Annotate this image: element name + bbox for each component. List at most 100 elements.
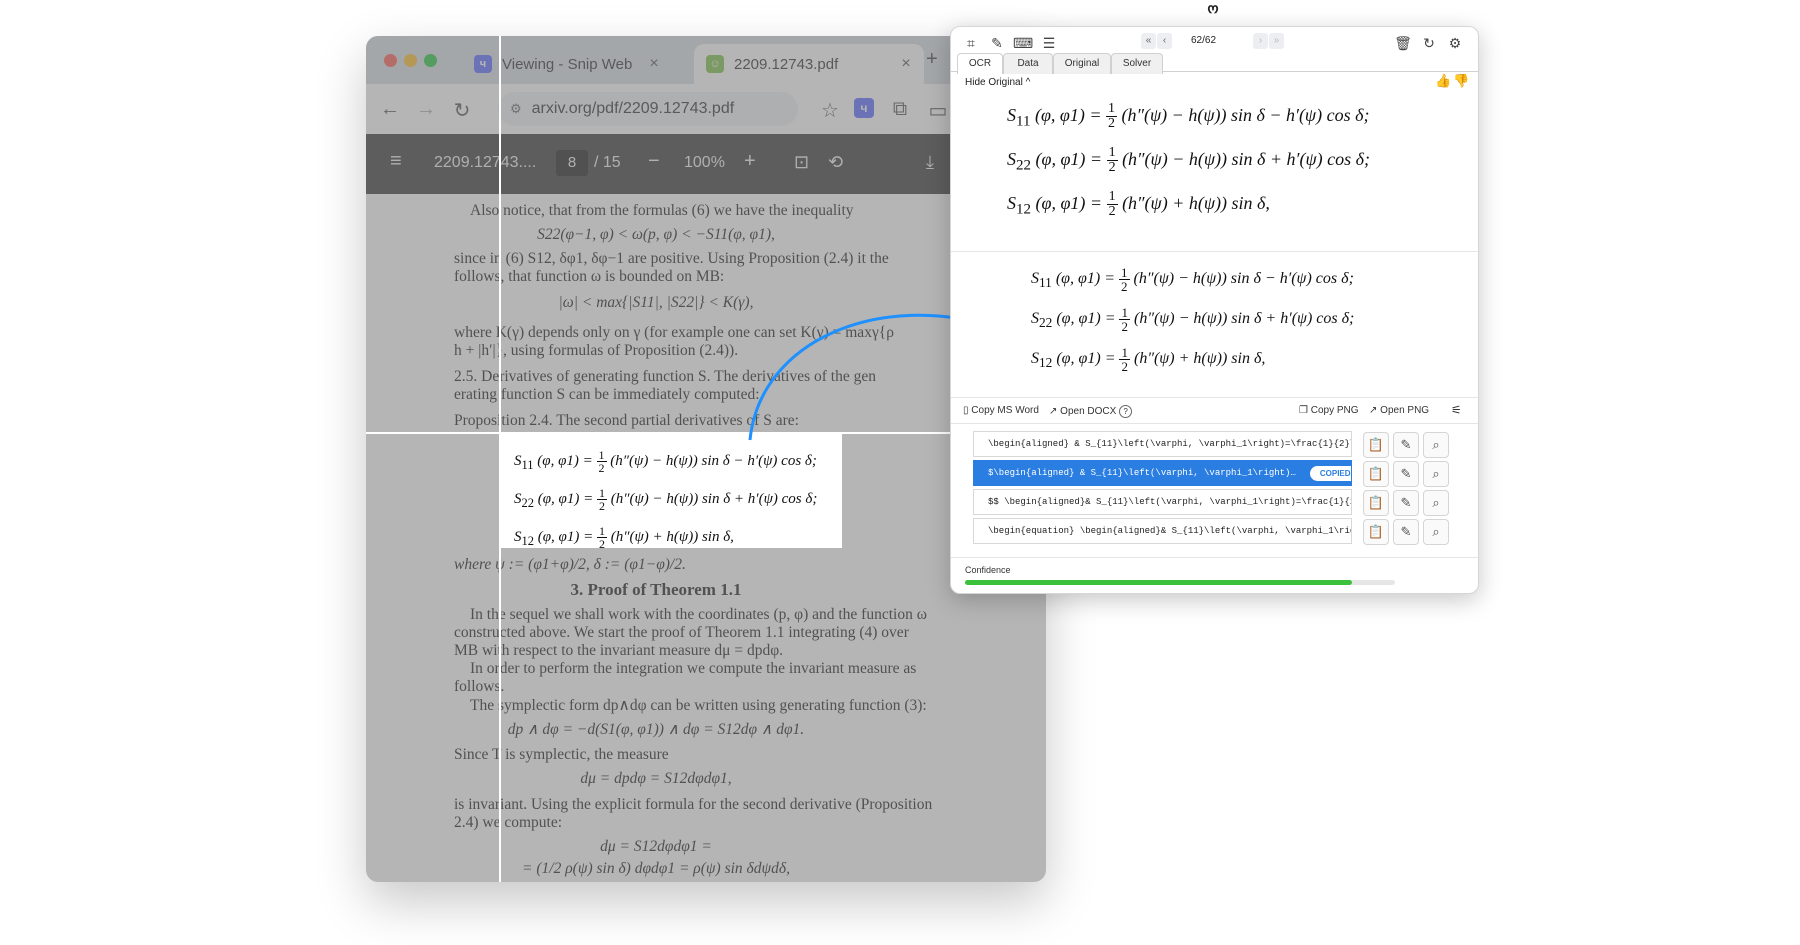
url-field[interactable]: ⚙ arxiv.org/pdf/2209.12743.pdf [498,92,798,126]
open-docx-button[interactable]: ↗ Open DOCX ? [1049,405,1133,418]
thumbs-up-icon[interactable]: 👍 [1435,73,1451,89]
tab-data[interactable]: Data [1003,53,1053,74]
ocr-equation: S11 (φ, φ1) = 12 (h″(ψ) − h(ψ)) sin δ − … [1031,264,1354,294]
keyboard-icon[interactable]: ⌨ [1013,33,1033,53]
pdf-toolbar: ≡ 2209.12743.... 8 / 15 − 100% + ⊡ ⟲ ⤓ [366,134,1046,194]
prev-icon[interactable]: ‹ [1157,33,1172,49]
close-tab-icon[interactable]: × [644,55,664,73]
snip-app-icon[interactable]: ო [1206,0,1220,16]
copy-png-button[interactable]: ❐ Copy PNG [1299,405,1359,416]
close-window-button[interactable] [384,54,397,67]
minimize-window-button[interactable] [404,54,417,67]
forward-icon[interactable]: → [414,98,438,121]
zoom-window-button[interactable] [424,54,437,67]
back-icon[interactable]: ← [378,98,402,121]
copied-badge: COPIED [1309,465,1351,481]
doc-line: is invariant. Using the explicit formula… [454,796,933,813]
result-row-selected[interactable]: $\begin{aligned} & S_{11}\left(\varphi, … [973,460,1352,486]
new-tab-button[interactable]: + [926,48,938,71]
snip-extension-icon[interactable]: ч [854,98,874,118]
close-tab-icon[interactable]: × [896,55,916,73]
fit-page-icon[interactable]: ⊡ [794,152,809,173]
snip-panel: ⌗ ✎ ⌨ ☰ « ‹ 62/62 › » 🗑 ↻ ⚙ OCR Data Ori… [950,26,1479,594]
open-png-button[interactable]: ↗ Open PNG [1369,405,1429,416]
edit-icon[interactable]: ✎ [1393,490,1419,516]
doc-line: In the sequel we shall work with the coo… [470,606,927,623]
help-icon[interactable]: ? [1119,405,1133,418]
tab-original[interactable]: Original [1053,53,1111,74]
menu-icon[interactable]: ≡ [390,150,402,173]
doc-line: follows. [454,678,505,695]
zoom-level: 100% [684,154,725,171]
doc-line: constructed above. We start the proof of… [454,624,909,641]
url-text: arxiv.org/pdf/2209.12743.pdf [531,100,735,117]
sidebar-icon[interactable]: ▭ [926,98,950,123]
doc-line: dμ = dpdφ = S12dφdφ1, [580,770,732,787]
list-icon[interactable]: ☰ [1039,33,1059,53]
search-icon[interactable]: ⌕ [1423,432,1449,458]
last-icon[interactable]: » [1269,33,1284,49]
pen-icon[interactable]: ✎ [987,33,1007,53]
ocr-equation: S22 (φ, φ1) = 12 (h″(ψ) − h(ψ)) sin δ + … [1031,304,1355,334]
pdf-tab-icon: ☺ [706,55,724,73]
tab-label: Viewing - Snip Web [502,55,633,73]
site-settings-icon[interactable]: ⚙ [510,101,522,117]
copy-icon[interactable]: 📋 [1363,490,1389,516]
doc-line: Since T is symplectic, the measure [454,746,669,763]
reload-icon[interactable]: ↻ [450,98,474,123]
crop-icon[interactable]: ⌗ [961,33,981,53]
result-row[interactable]: \begin{equation} \begin{aligned}& S_{11}… [973,518,1352,544]
next-icon[interactable]: › [1253,33,1268,49]
snip-tabs: OCR Data Original Solver [951,51,1478,74]
trash-icon[interactable]: 🗑 [1393,33,1413,53]
divider [951,423,1478,424]
result-row[interactable]: $$ \begin{aligned}& S_{11}\left(\varphi,… [973,489,1352,515]
search-icon[interactable]: ⌕ [1423,519,1449,545]
zoom-in-button[interactable]: + [744,150,756,173]
refresh-icon[interactable]: ↻ [1419,33,1439,53]
address-bar: ← → ↻ ⚙ arxiv.org/pdf/2209.12743.pdf ☆ ч… [366,84,1046,134]
pdf-page: Also notice, that from the formulas (6) … [366,194,1046,882]
edit-icon[interactable]: ✎ [1393,461,1419,487]
hide-original-toggle[interactable]: Hide Original ^ [965,77,1030,88]
doc-line: where ψ := (φ1+φ)/2, δ := (φ1−φ)/2. [454,556,686,573]
tab-snip-web[interactable]: ч Viewing - Snip Web × [462,44,672,84]
copy-icon[interactable]: 📋 [1363,432,1389,458]
copy-ms-word-button[interactable]: ▯ Copy MS Word [963,405,1039,416]
first-icon[interactable]: « [1141,33,1156,49]
extensions-icon[interactable]: ⧉ [888,98,912,121]
doc-line: follows, that function ω is bounded on M… [454,268,725,285]
ocr-equations: S11 (φ, φ1) = 12 (h″(ψ) − h(ψ)) sin δ − … [1031,259,1354,379]
crosshair-vertical [499,36,501,882]
rotate-icon[interactable]: ⟲ [828,152,843,173]
bookmark-star-icon[interactable]: ☆ [818,98,842,123]
gear-icon[interactable]: ⚙ [1445,33,1465,53]
edit-icon[interactable]: ✎ [1393,519,1419,545]
doc-heading: 3. Proof of Theorem 1.1 [570,580,742,599]
tab-solver[interactable]: Solver [1111,53,1163,74]
page-number-field[interactable]: 8 [556,150,588,176]
result-row[interactable]: \begin{aligned} & S_{11}\left(\varphi, \… [973,431,1352,457]
doc-line: since in (6) S12, δφ1, δφ−1 are positive… [454,250,889,267]
copy-icon: ❐ [1299,405,1308,416]
tab-ocr[interactable]: OCR [957,53,1003,74]
search-icon[interactable]: ⌕ [1423,461,1449,487]
copy-icon[interactable]: 📋 [1363,461,1389,487]
tab-pdf[interactable]: ☺ 2209.12743.pdf × [694,44,924,84]
copy-icon[interactable]: 📋 [1363,519,1389,545]
format-settings-icon[interactable]: ⚟ [1451,403,1462,417]
search-icon[interactable]: ⌕ [1423,490,1449,516]
tab-label: 2209.12743.pdf [734,55,839,73]
original-equation: S11 (φ, φ1) = 12 (h″(ψ) − h(ψ)) sin δ − … [1007,101,1370,132]
original-equation: S12 (φ, φ1) = 12 (h″(ψ) + h(ψ)) sin δ, [1007,189,1270,220]
doc-line: MB with respect to the invariant measure… [454,642,784,659]
doc-line: In order to perform the integration we c… [470,660,917,677]
confidence-bar [965,580,1395,585]
doc-equation: S12 (φ, φ1) = 12 (h″(ψ) + h(ψ)) sin δ, [514,524,734,552]
zoom-out-button[interactable]: − [648,150,660,173]
divider [951,557,1478,558]
edit-icon[interactable]: ✎ [1393,432,1419,458]
download-icon[interactable]: ⤓ [926,152,934,173]
divider [951,397,1478,398]
thumbs-down-icon[interactable]: 👎 [1453,73,1469,89]
